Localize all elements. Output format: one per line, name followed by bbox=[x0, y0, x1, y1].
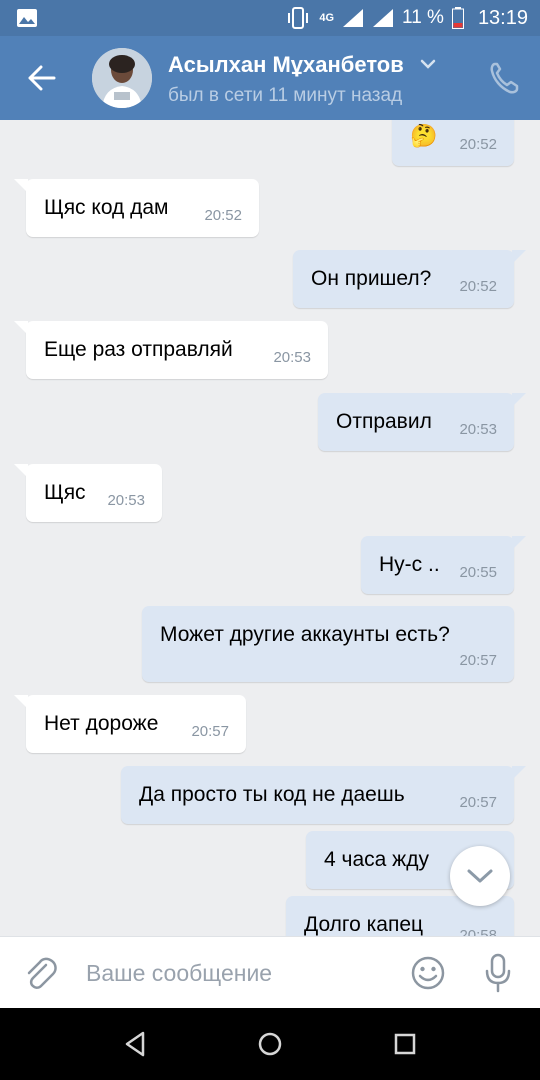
message-input[interactable] bbox=[86, 955, 386, 991]
chat-header: Асылхан Мұханбетов был в сети 11 минут н… bbox=[0, 36, 540, 120]
message-composer bbox=[0, 936, 540, 1008]
bubble-tail bbox=[14, 464, 28, 478]
battery-icon bbox=[451, 7, 464, 29]
message-in[interactable]: Еще раз отправляй 20:53 bbox=[14, 321, 328, 379]
message-time: 20:53 bbox=[273, 349, 311, 366]
bubble-tail bbox=[512, 250, 526, 264]
message-time: 20:57 bbox=[459, 652, 497, 669]
message-text: Может другие аккаунты есть? bbox=[160, 623, 450, 646]
system-navigation-bar bbox=[0, 1008, 540, 1080]
chevron-down-icon bbox=[467, 869, 493, 883]
message-time: 20:52 bbox=[204, 207, 242, 224]
bubble-tail bbox=[512, 766, 526, 780]
message-text: Отправил bbox=[336, 410, 432, 433]
avatar[interactable] bbox=[92, 48, 152, 108]
microphone-icon bbox=[485, 953, 511, 993]
battery-percent: 11 % bbox=[402, 7, 444, 28]
gallery-notification-icon bbox=[17, 9, 37, 27]
message-text: Щяс bbox=[44, 481, 86, 504]
network-type: 4G bbox=[319, 12, 335, 24]
message-text: Нет дороже bbox=[44, 712, 159, 735]
message-text: Ну-с .. bbox=[379, 553, 440, 576]
nav-home-icon[interactable] bbox=[256, 1030, 284, 1058]
smiley-icon bbox=[411, 956, 445, 990]
status-bar: 4G 11 % 13:19 bbox=[0, 0, 540, 36]
bubble-tail bbox=[512, 393, 526, 407]
attach-button[interactable] bbox=[22, 955, 58, 991]
back-button[interactable] bbox=[22, 58, 62, 98]
bubble-tail bbox=[14, 179, 28, 193]
message-time: 20:53 bbox=[459, 421, 497, 438]
nav-back-icon[interactable] bbox=[121, 1030, 149, 1058]
message-time: 20:57 bbox=[459, 794, 497, 811]
paperclip-icon bbox=[27, 957, 57, 989]
message-in[interactable]: Щяс 20:53 bbox=[14, 464, 162, 522]
message-text: 4 часа жду bbox=[324, 848, 429, 871]
message-time: 20:55 bbox=[459, 564, 497, 581]
signal-icon bbox=[343, 9, 364, 27]
message-list[interactable]: 🤔 20:52 Щяс код дам 20:52 Он пришел? 20:… bbox=[0, 120, 540, 936]
emoji-button[interactable] bbox=[410, 955, 446, 991]
message-time: 20:58 bbox=[459, 927, 497, 936]
voice-message-button[interactable] bbox=[484, 953, 512, 993]
message-text: Да просто ты код не даешь bbox=[139, 783, 405, 806]
chevron-down-icon[interactable] bbox=[418, 54, 438, 74]
message-text: 🤔 bbox=[410, 123, 438, 148]
message-text: Долго капец bbox=[304, 913, 424, 936]
message-out[interactable]: Отправил 20:53 bbox=[318, 393, 526, 451]
message-time: 20:52 bbox=[459, 278, 497, 295]
vibrate-icon bbox=[288, 7, 309, 29]
clock: 13:19 bbox=[477, 6, 528, 29]
message-out[interactable]: Да просто ты код не даешь 20:57 bbox=[121, 766, 526, 824]
message-time: 20:57 bbox=[191, 723, 229, 740]
message-text: Щяс код дам bbox=[44, 196, 169, 219]
message-time: 20:52 bbox=[459, 136, 497, 153]
message-text: Он пришел? bbox=[311, 267, 432, 290]
avatar-photo bbox=[92, 48, 152, 108]
arrow-left-icon bbox=[28, 65, 56, 91]
message-text: Еще раз отправляй bbox=[44, 338, 233, 361]
phone-icon bbox=[490, 62, 519, 94]
bubble-tail bbox=[14, 321, 28, 335]
message-out[interactable]: 🤔 20:52 bbox=[392, 120, 514, 166]
signal-icon-2 bbox=[373, 9, 394, 27]
message-time: 20:53 bbox=[107, 492, 145, 509]
message-out[interactable]: Может другие аккаунты есть? 20:57 bbox=[142, 606, 514, 682]
call-button[interactable] bbox=[488, 60, 520, 96]
contact-name[interactable]: Асылхан Мұханбетов bbox=[168, 52, 404, 78]
bubble-tail bbox=[512, 536, 526, 550]
scroll-down-button[interactable] bbox=[450, 846, 510, 906]
last-seen-status: был в сети 11 минут назад bbox=[168, 85, 403, 106]
message-in[interactable]: Щяс код дам 20:52 bbox=[14, 179, 259, 237]
message-in[interactable]: Нет дороже 20:57 bbox=[14, 695, 246, 753]
message-out[interactable]: Ну-с .. 20:55 bbox=[361, 536, 526, 594]
bubble-tail bbox=[14, 695, 28, 709]
nav-recents-icon[interactable] bbox=[391, 1030, 419, 1058]
message-out[interactable]: Он пришел? 20:52 bbox=[293, 250, 526, 308]
